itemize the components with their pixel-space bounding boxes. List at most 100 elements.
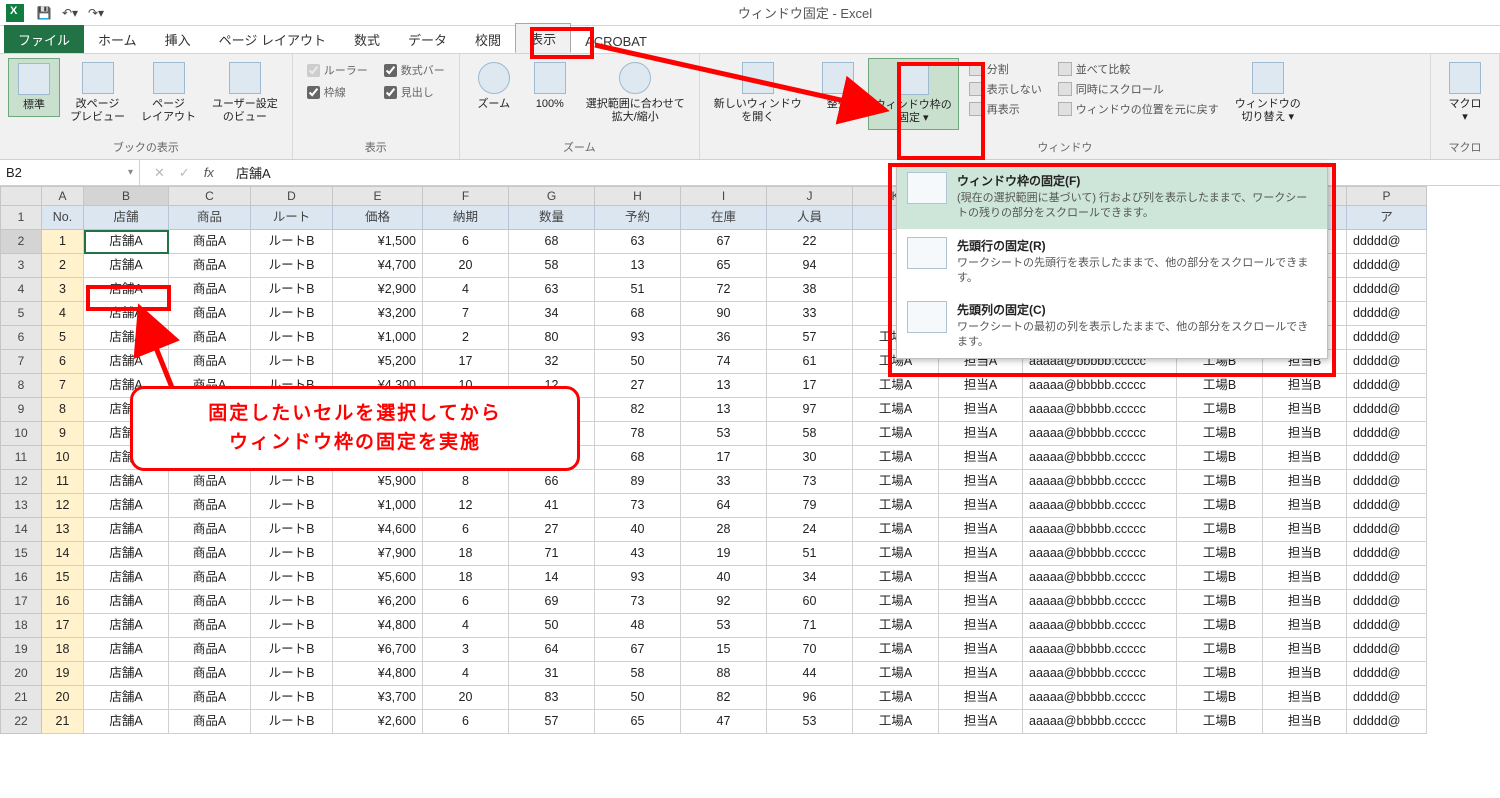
cell[interactable]: 50 [595,686,681,710]
cell[interactable]: 工場B [1177,494,1263,518]
col-header-E[interactable]: E [333,186,423,206]
cell[interactable]: 4 [42,302,84,326]
cell[interactable]: ddddd@ [1347,470,1427,494]
cell[interactable]: ¥4,700 [333,254,423,278]
row-header[interactable]: 10 [0,422,42,446]
cell[interactable]: 57 [767,326,853,350]
cell[interactable]: ddddd@ [1347,518,1427,542]
tab-insert[interactable]: 挿入 [151,25,205,53]
row-header[interactable]: 19 [0,638,42,662]
view-custom-button[interactable]: ユーザー設定 のビュー [206,58,284,128]
cell[interactable]: ddddd@ [1347,422,1427,446]
row-header[interactable]: 13 [0,494,42,518]
cell[interactable]: ddddd@ [1347,302,1427,326]
macros-button[interactable]: マクロ ▾ [1439,58,1491,128]
cell[interactable]: ¥1,000 [333,326,423,350]
cell[interactable]: 15 [42,566,84,590]
cell[interactable]: 22 [767,230,853,254]
cell[interactable]: 60 [767,590,853,614]
cell[interactable]: 66 [509,470,595,494]
cell[interactable]: 58 [595,662,681,686]
cell[interactable]: aaaaa@bbbbb.ccccc [1023,422,1177,446]
cell[interactable]: 担当A [939,614,1023,638]
cell[interactable]: 3 [423,638,509,662]
cell[interactable]: 工場A [853,398,939,422]
cell[interactable]: 納期 [423,206,509,230]
save-icon[interactable]: 💾 [36,5,52,21]
redo-icon[interactable]: ↷▾ [88,5,104,21]
cell[interactable]: 70 [767,638,853,662]
freeze-first-col-item[interactable]: 先頭列の固定(C)ワークシートの最初の列を表示したままで、他の部分をスクロールで… [897,293,1327,358]
cell[interactable]: ルートB [251,614,333,638]
cell[interactable]: 17 [767,374,853,398]
cell[interactable]: 店舗A [84,302,169,326]
cell[interactable]: ア [1347,206,1427,230]
check-gridlines[interactable]: 枠線 [307,84,368,100]
cell[interactable]: aaaaa@bbbbb.ccccc [1023,614,1177,638]
cell[interactable]: 4 [423,278,509,302]
cell[interactable]: 6 [423,230,509,254]
zoom-selection-button[interactable]: 選択範囲に合わせて 拡大/縮小 [580,58,691,128]
cell[interactable]: 20 [42,686,84,710]
cell[interactable]: ルートB [251,350,333,374]
cell[interactable]: 担当B [1263,494,1347,518]
cell[interactable]: 担当B [1263,590,1347,614]
cell[interactable]: ルートB [251,254,333,278]
cell[interactable]: 63 [509,278,595,302]
cell[interactable]: 74 [681,350,767,374]
cell[interactable]: 商品A [169,686,251,710]
col-header-B[interactable]: B [84,186,169,206]
cell[interactable]: 店舗A [84,326,169,350]
cell[interactable]: aaaaa@bbbbb.ccccc [1023,470,1177,494]
tab-review[interactable]: 校閲 [461,25,515,53]
cell[interactable]: 96 [767,686,853,710]
cell[interactable]: 14 [509,566,595,590]
cell[interactable]: aaaaa@bbbbb.ccccc [1023,542,1177,566]
cell[interactable]: 商品A [169,638,251,662]
cell[interactable]: 工場B [1177,470,1263,494]
cell[interactable]: 商品A [169,542,251,566]
cell[interactable]: 担当B [1263,446,1347,470]
cell[interactable]: ¥7,900 [333,542,423,566]
cell[interactable]: 6 [42,350,84,374]
cell[interactable]: 71 [767,614,853,638]
cell[interactable]: ddddd@ [1347,686,1427,710]
cell[interactable]: ルートB [251,542,333,566]
cell[interactable]: 店舗A [84,590,169,614]
row-header[interactable]: 11 [0,446,42,470]
cell[interactable]: 工場A [853,470,939,494]
cell[interactable]: 7 [42,374,84,398]
row-header[interactable]: 5 [0,302,42,326]
cell[interactable]: 店舗A [84,254,169,278]
cell[interactable]: No. [42,206,84,230]
cell[interactable]: 63 [595,230,681,254]
cell[interactable]: 15 [681,638,767,662]
cell[interactable]: ¥2,900 [333,278,423,302]
cell[interactable]: 16 [42,590,84,614]
cell[interactable]: 担当A [939,494,1023,518]
cell[interactable]: 担当A [939,686,1023,710]
cell[interactable]: ルートB [251,518,333,542]
col-header-G[interactable]: G [509,186,595,206]
check-ruler[interactable]: ルーラー [307,62,368,78]
cell[interactable]: 27 [595,374,681,398]
freeze-top-row-item[interactable]: 先頭行の固定(R)ワークシートの先頭行を表示したままで、他の部分をスクロールでき… [897,229,1327,294]
cell[interactable]: ¥6,700 [333,638,423,662]
cell[interactable]: 8 [42,398,84,422]
cell[interactable]: 担当A [939,446,1023,470]
cell[interactable]: ¥1,000 [333,494,423,518]
cell[interactable]: ddddd@ [1347,542,1427,566]
col-header-I[interactable]: I [681,186,767,206]
cell[interactable]: 店舗A [84,614,169,638]
cell[interactable]: 67 [681,230,767,254]
cell[interactable]: 工場B [1177,422,1263,446]
cell[interactable]: 工場A [853,710,939,734]
cell[interactable]: 担当B [1263,374,1347,398]
cell[interactable]: 80 [509,326,595,350]
cell[interactable]: 27 [509,518,595,542]
cell[interactable]: 31 [509,662,595,686]
cell[interactable]: 在庫 [681,206,767,230]
cell[interactable]: aaaaa@bbbbb.ccccc [1023,662,1177,686]
cell[interactable]: 担当A [939,710,1023,734]
cell[interactable]: ルートB [251,302,333,326]
